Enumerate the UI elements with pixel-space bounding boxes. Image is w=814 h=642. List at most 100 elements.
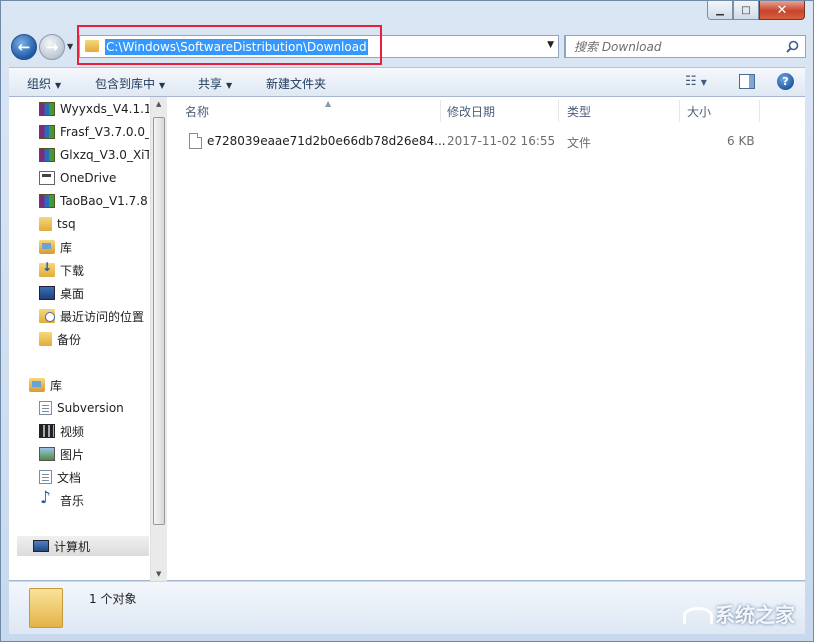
picture-icon	[39, 447, 55, 461]
close-button[interactable]: ✕	[759, 1, 805, 20]
nav-item-pictures[interactable]: 图片	[39, 444, 149, 464]
file-type: 文件	[567, 136, 592, 150]
chevron-down-icon: ▼	[55, 81, 62, 90]
main-area: Wyyxds_V4.1.1. Frasf_V3.7.0.0_X Glxzq_V3…	[9, 97, 805, 581]
scrollbar-thumb[interactable]	[153, 117, 165, 525]
column-divider[interactable]	[558, 100, 559, 122]
watermark-logo: 系统之家	[683, 599, 795, 628]
share-menu[interactable]: 共享 ▼	[198, 75, 232, 92]
minimize-button[interactable]: ▁	[707, 1, 733, 20]
nav-item-favorite[interactable]: Frasf_V3.7.0.0_X	[39, 122, 149, 142]
nav-item-videos[interactable]: 视频	[39, 421, 149, 441]
nav-item-label: tsq	[57, 217, 76, 231]
download-folder-icon	[39, 260, 55, 277]
recent-pages-dropdown-icon[interactable]: ▼	[67, 42, 73, 51]
column-divider[interactable]	[440, 100, 441, 122]
nav-item-label: Frasf_V3.7.0.0_X	[60, 125, 149, 139]
file-icon	[189, 133, 202, 149]
column-header-size[interactable]: 大小	[687, 103, 711, 119]
file-row[interactable]: e728039eaae71d2b0e66db78d26e84... 2017-1…	[185, 131, 765, 151]
column-header-type[interactable]: 类型	[567, 103, 591, 119]
search-field[interactable]	[565, 35, 806, 58]
search-input[interactable]	[574, 40, 774, 54]
nav-item-label: 最近访问的位置	[60, 309, 145, 324]
search-box	[565, 35, 806, 58]
search-icon[interactable]	[786, 40, 799, 53]
nav-section-libraries[interactable]: 库	[29, 375, 149, 395]
library-icon	[39, 240, 55, 254]
nav-item-label: OneDrive	[60, 171, 117, 185]
sort-ascending-icon: ▲	[325, 99, 332, 108]
winrar-icon	[39, 148, 55, 162]
column-header-name[interactable]: ▲ 名称	[185, 99, 331, 119]
nav-item-label: 下载	[60, 263, 85, 278]
nav-item-label: Wyyxds_V4.1.1.	[60, 102, 149, 116]
preview-pane-icon[interactable]	[739, 74, 755, 89]
nav-item-backup[interactable]: 备份	[39, 329, 149, 349]
nav-item-label: 音乐	[60, 493, 85, 508]
nav-pane-scrollbar[interactable]: ▲ ▼	[150, 97, 167, 581]
chevron-down-icon: ▼	[226, 81, 233, 90]
chevron-down-icon: ▼	[700, 78, 707, 87]
file-name: e728039eaae71d2b0e66db78d26e84...	[207, 134, 446, 148]
document-icon	[39, 470, 52, 484]
column-label: 修改日期	[447, 105, 496, 119]
nav-item-documents[interactable]: 文档	[39, 467, 149, 487]
desktop-icon	[39, 286, 55, 300]
address-highlight-box	[77, 25, 382, 65]
winrar-icon	[39, 102, 55, 116]
view-options-button[interactable]: ☷ ▼	[685, 74, 707, 89]
nav-item-label: 备份	[57, 332, 82, 347]
file-size: 6 KB	[727, 134, 755, 148]
winrar-icon	[39, 194, 55, 208]
nav-section-label: 库	[50, 378, 63, 393]
nav-item-desktop[interactable]: 桌面	[39, 283, 149, 303]
nav-item-label: 文档	[57, 470, 82, 485]
library-icon	[29, 378, 45, 392]
nav-item-downloads[interactable]: 下载	[39, 260, 149, 280]
nav-item-label: 库	[60, 240, 73, 255]
computer-icon	[33, 540, 49, 552]
address-dropdown-icon[interactable]: ▼	[547, 40, 554, 50]
nav-item-subversion[interactable]: Subversion	[39, 398, 149, 418]
include-in-library-menu[interactable]: 包含到库中 ▼	[95, 75, 165, 92]
column-label: 类型	[567, 105, 592, 119]
library-document-icon	[39, 401, 52, 415]
file-list: ▲ 名称 修改日期 类型 大小 e728039eaae71d2b0e66db78…	[167, 97, 805, 581]
folder-icon	[39, 217, 52, 231]
nav-item-tsq[interactable]: tsq	[39, 214, 149, 234]
organize-label: 组织	[27, 77, 52, 91]
nav-item-favorite[interactable]: Glxzq_V3.0_XiTo	[39, 145, 149, 165]
maximize-button[interactable]: □	[733, 1, 759, 20]
details-pane: 1 个对象 系统之家	[9, 582, 805, 634]
nav-section-label: 计算机	[54, 539, 91, 554]
organize-menu[interactable]: 组织 ▼	[27, 75, 61, 92]
nav-item-music[interactable]: 音乐	[39, 488, 149, 510]
winrar-icon	[39, 125, 55, 139]
nav-item-onedrive[interactable]: OneDrive	[39, 168, 149, 188]
scroll-up-icon[interactable]: ▲	[156, 100, 161, 108]
nav-item-library[interactable]: 库	[39, 237, 149, 257]
include-in-library-label: 包含到库中	[95, 77, 156, 91]
command-toolbar: 组织 ▼ 包含到库中 ▼ 共享 ▼ 新建文件夹 ☷ ▼ ?	[9, 67, 805, 97]
column-label: 名称	[185, 105, 210, 119]
music-icon	[39, 488, 55, 508]
share-label: 共享	[198, 77, 223, 91]
explorer-window: ▁ □ ✕ ← → ▼ C:\Windows\SoftwareDistribut…	[0, 0, 814, 642]
column-label: 大小	[687, 105, 712, 119]
back-button[interactable]: ←	[11, 34, 37, 60]
column-divider[interactable]	[679, 100, 680, 122]
nav-item-favorite[interactable]: TaoBao_V1.7.8.	[39, 191, 149, 211]
help-icon[interactable]: ?	[777, 73, 794, 90]
nav-section-computer[interactable]: 计算机	[17, 536, 149, 556]
scroll-down-icon[interactable]: ▼	[156, 570, 161, 578]
nav-item-favorite[interactable]: Wyyxds_V4.1.1.	[39, 99, 149, 119]
forward-button[interactable]: →	[39, 34, 65, 60]
folder-icon	[29, 588, 63, 628]
view-icon: ☷	[685, 74, 697, 89]
nav-item-recent-places[interactable]: 最近访问的位置	[39, 306, 149, 326]
new-folder-button[interactable]: 新建文件夹	[266, 75, 326, 92]
column-divider[interactable]	[759, 100, 760, 122]
recent-places-icon	[39, 309, 55, 323]
column-header-modified[interactable]: 修改日期	[447, 103, 495, 119]
